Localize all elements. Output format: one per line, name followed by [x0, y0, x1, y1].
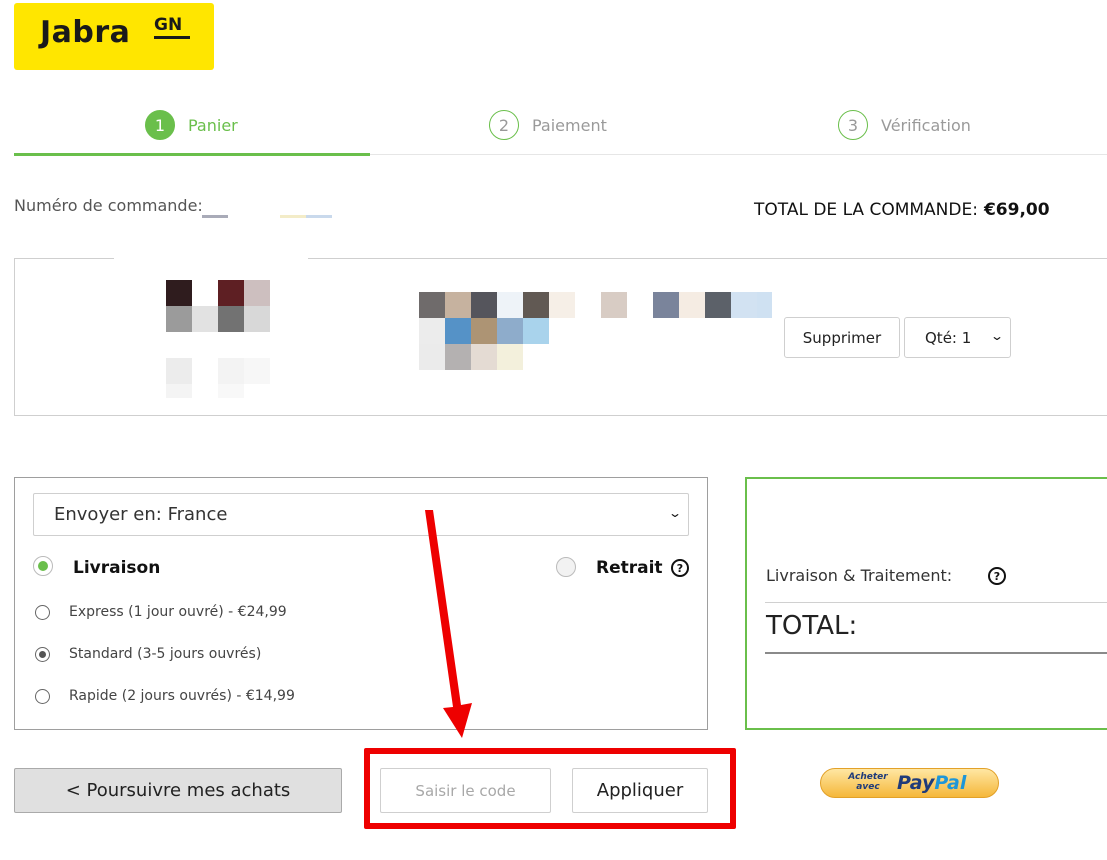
- chevron-down-icon: ⌄: [667, 506, 683, 520]
- step-number: 2: [489, 110, 519, 140]
- paypal-word-pay: Pay: [897, 772, 935, 794]
- promo-code-input[interactable]: [380, 768, 551, 813]
- order-total: TOTAL DE LA COMMANDE: €69,00: [754, 200, 1050, 220]
- steps-active-indicator: [14, 153, 370, 156]
- logo-suffix: GN: [154, 15, 183, 35]
- paypal-word-pal: Pal: [934, 772, 967, 794]
- shipping-handling-label: Livraison & Traitement:: [766, 566, 953, 585]
- redacted-order-number: [306, 215, 332, 218]
- shipping-option-standard: Standard (3-5 jours ouvrés): [69, 646, 262, 662]
- summary-divider: [765, 652, 1107, 654]
- summary-divider: [765, 602, 1107, 603]
- chevron-down-icon: ⌄: [989, 329, 1005, 343]
- apply-code-button[interactable]: Appliquer: [572, 768, 708, 813]
- logo-brand: Jabra: [40, 15, 131, 50]
- step-panier[interactable]: 1 Panier: [145, 108, 238, 142]
- country-select-value: Envoyer en: France: [54, 504, 228, 525]
- order-total-value: €69,00: [983, 200, 1050, 220]
- remove-item-button[interactable]: Supprimer: [784, 317, 900, 358]
- jabra-logo[interactable]: Jabra GN: [14, 3, 214, 70]
- quantity-select[interactable]: Qté: 1 ⌄: [904, 317, 1011, 358]
- order-number-label: Numéro de commande:: [14, 196, 203, 215]
- continue-shopping-button[interactable]: < Poursuivre mes achats: [14, 768, 342, 813]
- paypal-small-text: Acheter avec: [848, 772, 888, 792]
- step-number: 3: [838, 110, 868, 140]
- shipping-option-rapide: Rapide (2 jours ouvrés) - €14,99: [69, 688, 295, 704]
- shipping-option-radio-standard[interactable]: [35, 647, 50, 662]
- country-select[interactable]: Envoyer en: France ⌄: [33, 493, 689, 536]
- pickup-radio[interactable]: [556, 557, 576, 577]
- delivery-radio[interactable]: [33, 556, 53, 576]
- paypal-logo: PayPal: [897, 772, 966, 794]
- step-number: 1: [145, 110, 175, 140]
- help-icon[interactable]: ?: [671, 559, 689, 577]
- pickup-label: Retrait: [596, 558, 663, 578]
- step-label: Paiement: [532, 115, 607, 135]
- redacted-order-number: [280, 215, 306, 218]
- step-paiement[interactable]: 2 Paiement: [489, 108, 607, 142]
- order-summary-panel: [745, 477, 1107, 730]
- summary-total-label: TOTAL:: [766, 611, 858, 641]
- logo-mark: [154, 36, 190, 39]
- shipping-option-radio-express[interactable]: [35, 605, 50, 620]
- item-box-gap: [114, 254, 308, 262]
- redacted-order-number: [202, 215, 228, 218]
- step-verification[interactable]: 3 Vérification: [838, 108, 971, 142]
- shipping-option-radio-rapide[interactable]: [35, 689, 50, 704]
- quantity-value: Qté: 1: [925, 328, 972, 347]
- help-icon[interactable]: ?: [988, 567, 1006, 585]
- delivery-label: Livraison: [73, 558, 161, 578]
- step-label: Vérification: [881, 115, 971, 135]
- order-total-label: TOTAL DE LA COMMANDE:: [754, 200, 978, 220]
- paypal-checkout-button[interactable]: Acheter avec PayPal: [820, 768, 999, 798]
- step-label: Panier: [188, 115, 238, 135]
- shipping-option-express: Express (1 jour ouvré) - €24,99: [69, 604, 287, 620]
